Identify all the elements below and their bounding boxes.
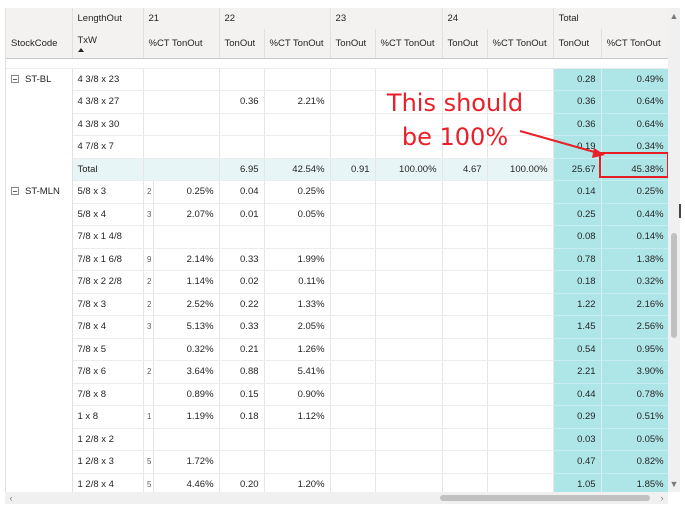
scroll-down-icon[interactable]: ▼ — [668, 478, 680, 490]
highlight-box — [599, 152, 669, 178]
vertical-scrollbar[interactable]: ▲ ▼ — [668, 8, 680, 492]
scroll-left-icon[interactable]: ‹ — [5, 492, 17, 504]
vertical-scroll-thumb[interactable] — [671, 233, 677, 338]
horizontal-scrollbar[interactable]: ‹ › — [5, 492, 668, 504]
scroll-up-icon[interactable]: ▲ — [668, 10, 680, 22]
resize-handle[interactable] — [679, 204, 681, 218]
scroll-right-icon[interactable]: › — [656, 492, 668, 504]
horizontal-scroll-thumb[interactable] — [440, 495, 650, 501]
annotation-arrow — [519, 130, 605, 158]
